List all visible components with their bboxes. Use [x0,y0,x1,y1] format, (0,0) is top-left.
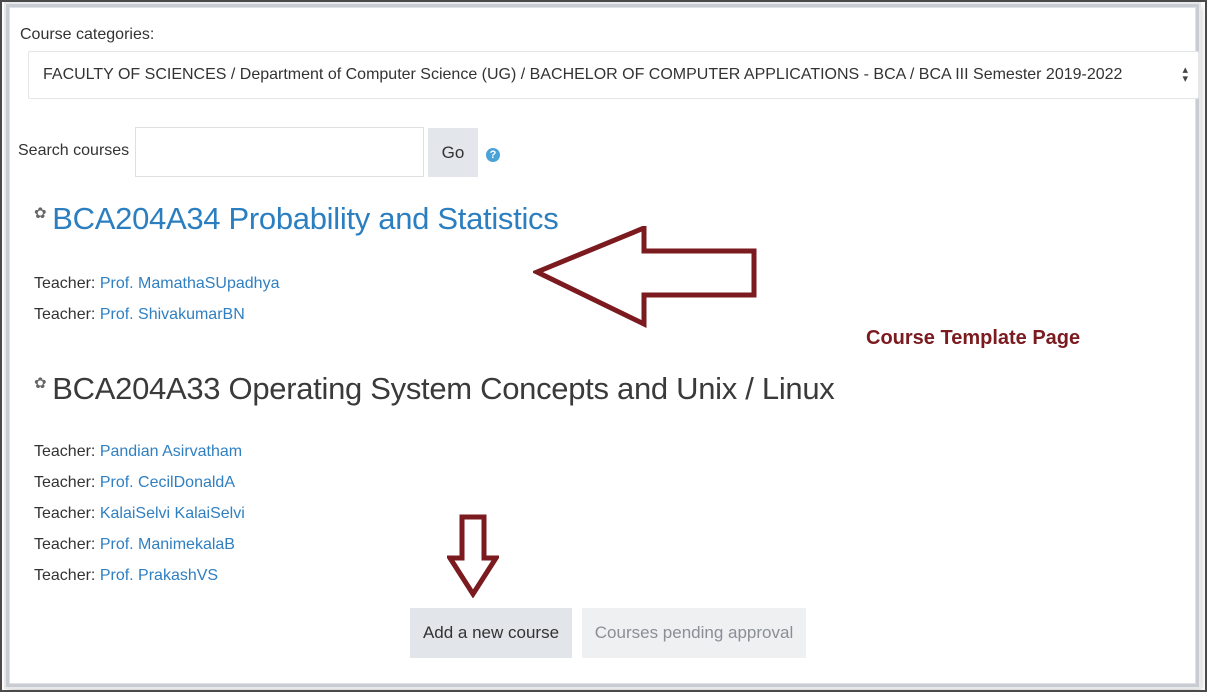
teacher-prefix: Teacher: [34,443,100,460]
teacher-link[interactable]: Prof. ShivakumarBN [100,306,245,323]
teacher-row: Teacher: Prof. ShivakumarBN [34,306,245,324]
course-template-label: Course Template Page [866,327,1081,349]
teacher-prefix: Teacher: [34,306,100,323]
question-circle-icon[interactable]: ? [486,148,500,162]
teacher-link[interactable]: Prof. CecilDonaldA [100,474,235,491]
courses-pending-approval-button[interactable]: Courses pending approval [582,608,806,658]
course-icon: ✿ [34,205,47,222]
course-category-selected: FACULTY OF SCIENCES / Department of Comp… [43,66,1123,83]
course-category-select[interactable]: FACULTY OF SCIENCES / Department of Comp… [28,51,1199,99]
teacher-prefix: Teacher: [34,536,100,553]
teacher-row: Teacher: KalaiSelvi KalaiSelvi [34,505,245,523]
teacher-link[interactable]: Prof. PrakashVS [100,567,218,584]
add-new-course-button[interactable]: Add a new course [410,608,572,658]
course-icon: ✿ [34,375,47,392]
left-arrow-icon [533,226,757,328]
teacher-prefix: Teacher: [34,505,100,522]
select-arrows-icon: ▴ ▾ [1182,64,1188,85]
down-arrow-icon [447,514,499,598]
teacher-link[interactable]: KalaiSelvi KalaiSelvi [100,505,245,522]
search-courses-input[interactable] [135,127,424,177]
teacher-row: Teacher: Prof. MamathaSUpadhya [34,275,279,293]
teacher-prefix: Teacher: [34,474,100,491]
teacher-row: Teacher: Pandian Asirvatham [34,443,242,461]
teacher-link[interactable]: Prof. MamathaSUpadhya [100,275,280,292]
teacher-row: Teacher: Prof. ManimekalaB [34,536,235,554]
course-categories-label: Course categories: [20,26,155,43]
course-title-operating-system[interactable]: ✿ BCA204A33 Operating System Concepts and… [34,371,835,407]
teacher-prefix: Teacher: [34,275,100,292]
teacher-link[interactable]: Pandian Asirvatham [100,443,242,460]
course-title-text: BCA204A33 Operating System Concepts and … [52,371,835,406]
go-button[interactable]: Go [428,128,478,177]
teacher-prefix: Teacher: [34,567,100,584]
course-title-probability[interactable]: ✿ BCA204A34 Probability and Statistics [34,201,559,237]
search-courses-label: Search courses [18,142,130,159]
teacher-link[interactable]: Prof. ManimekalaB [100,536,235,553]
teacher-row: Teacher: Prof. CecilDonaldA [34,474,235,492]
teacher-row: Teacher: Prof. PrakashVS [34,567,218,585]
course-title-text: BCA204A34 Probability and Statistics [52,201,559,236]
